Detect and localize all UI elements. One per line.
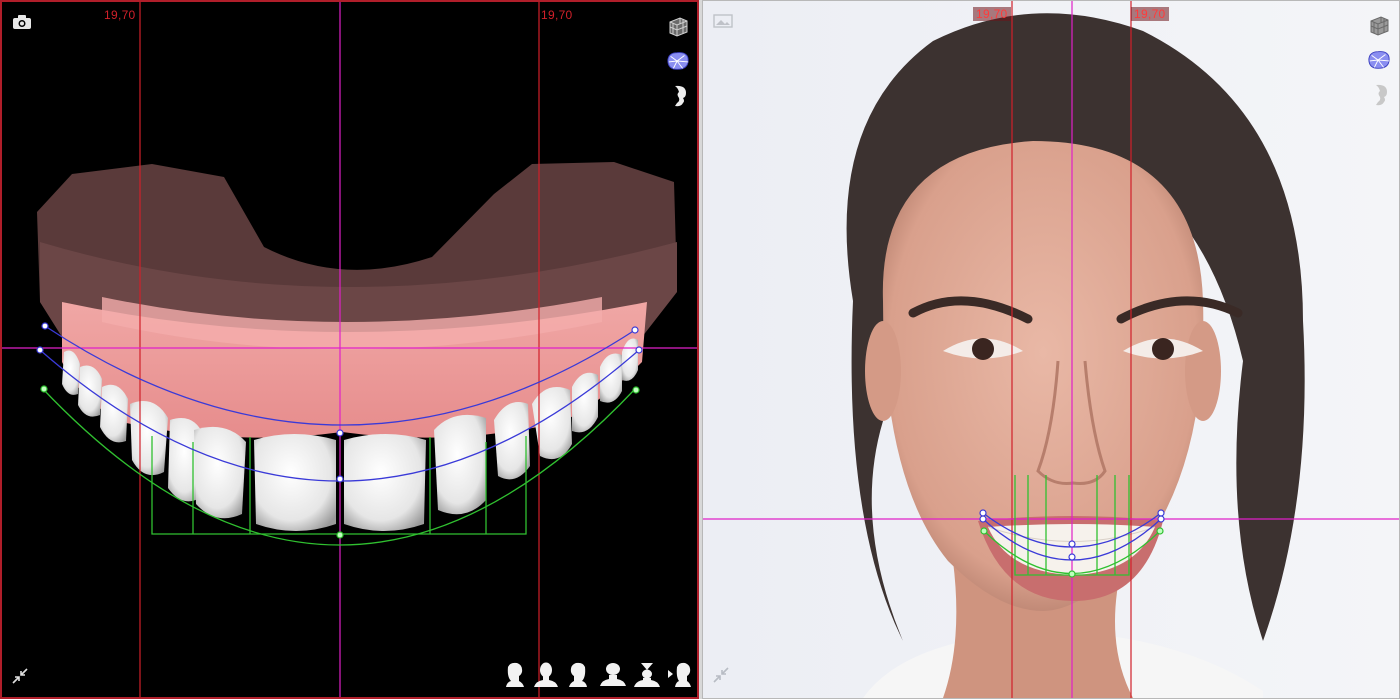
- curve-handle[interactable]: [631, 326, 639, 334]
- tooth: [344, 434, 426, 531]
- frame-handle[interactable]: [336, 531, 344, 539]
- dental-model-canvas[interactable]: [2, 2, 697, 697]
- tooth: [254, 434, 336, 531]
- measurement-label-right: 19,70: [1131, 7, 1169, 21]
- face-photo-canvas[interactable]: [703, 1, 1399, 698]
- head-left-view-icon[interactable]: [565, 661, 593, 689]
- tooth: [194, 426, 246, 519]
- frame-handle[interactable]: [632, 386, 640, 394]
- wireframe-cube-icon[interactable]: [666, 14, 690, 38]
- curve-handle[interactable]: [979, 515, 987, 523]
- mesh-shape-icon[interactable]: [666, 49, 690, 73]
- face-photo-viewport[interactable]: 19,70 19,70: [702, 0, 1400, 699]
- frame-handle[interactable]: [40, 385, 48, 393]
- frame-handle[interactable]: [1156, 527, 1164, 535]
- head-right-view-icon[interactable]: [500, 661, 528, 689]
- profile-silhouette-icon[interactable]: [668, 84, 692, 108]
- curve-handle[interactable]: [1068, 540, 1076, 548]
- tooth: [434, 414, 486, 515]
- curve-handle[interactable]: [41, 322, 49, 330]
- curve-handle[interactable]: [36, 346, 44, 354]
- measurement-label-right: 19,70: [541, 8, 573, 22]
- curve-handle[interactable]: [635, 346, 643, 354]
- measurement-label-left: 19,70: [104, 8, 136, 22]
- head-front-view-icon[interactable]: [532, 661, 560, 689]
- ear-left: [865, 321, 901, 421]
- tooth: [130, 401, 168, 476]
- ear-right: [1185, 321, 1221, 421]
- frame-handle[interactable]: [980, 527, 988, 535]
- curve-handle[interactable]: [1157, 515, 1165, 523]
- head-rotate-view-icon[interactable]: [666, 661, 694, 689]
- tooth: [78, 365, 102, 417]
- expand-arrows-icon[interactable]: [709, 663, 733, 687]
- profile-silhouette-icon[interactable]: [1369, 83, 1393, 107]
- wireframe-cube-icon[interactable]: [1367, 13, 1391, 37]
- head-top-view-icon[interactable]: [599, 661, 627, 689]
- curve-handle[interactable]: [336, 429, 344, 437]
- collapse-arrows-icon[interactable]: [8, 664, 32, 688]
- image-icon[interactable]: [711, 9, 735, 33]
- head-bottom-view-icon[interactable]: [633, 661, 661, 689]
- frame-handle[interactable]: [1068, 570, 1076, 578]
- curve-handle[interactable]: [336, 475, 344, 483]
- mesh-shape-icon[interactable]: [1367, 48, 1391, 72]
- dental-3d-viewport[interactable]: 19,70 19,70: [0, 0, 699, 699]
- tooth: [572, 372, 598, 433]
- curve-handle[interactable]: [1068, 553, 1076, 561]
- camera-icon[interactable]: [10, 10, 34, 34]
- curve-handle[interactable]: [979, 509, 987, 517]
- curve-handle[interactable]: [1157, 509, 1165, 517]
- measurement-label-left: 19,70: [973, 7, 1011, 21]
- tooth: [494, 402, 530, 480]
